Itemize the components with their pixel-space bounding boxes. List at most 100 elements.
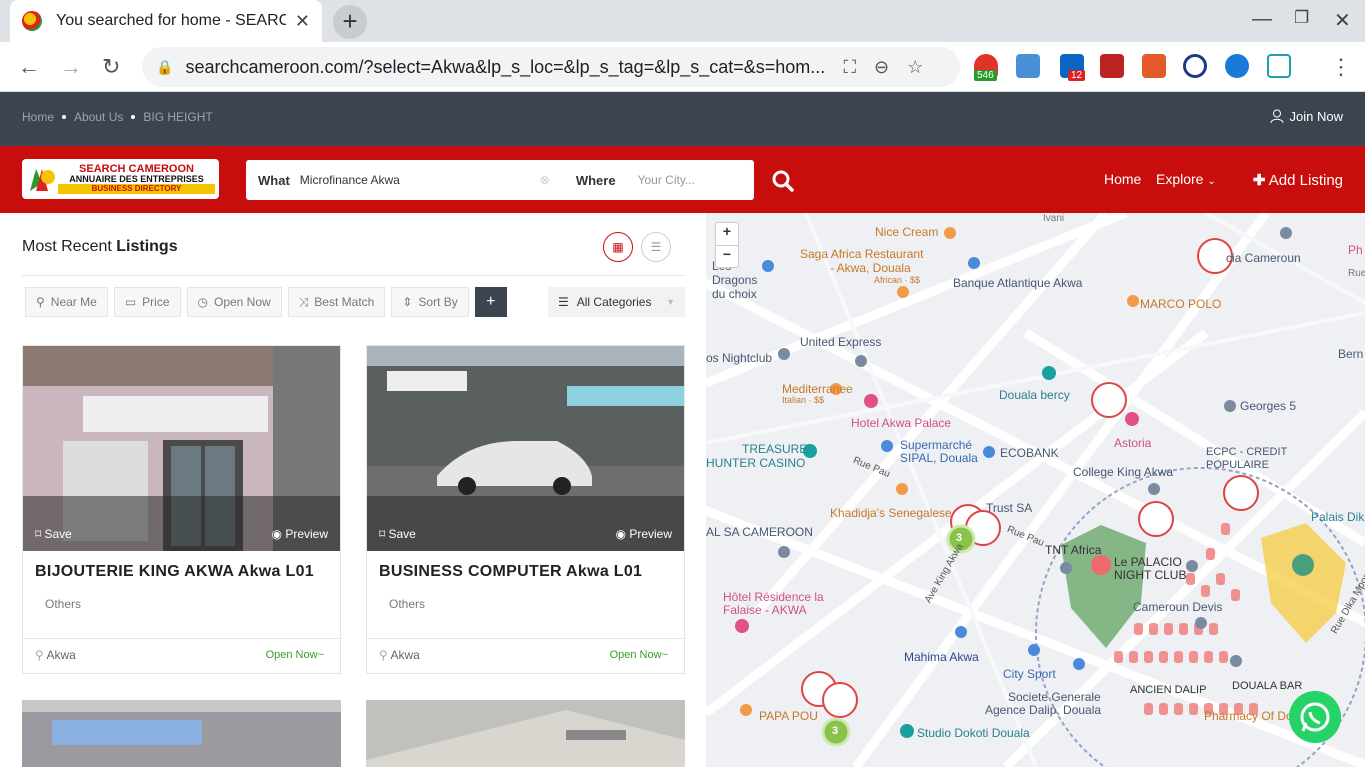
close-tab-icon[interactable]: ✕ [295, 11, 310, 32]
location-pin-icon: ⚲ [36, 295, 45, 309]
add-listing-button[interactable]: ✚ Add Listing [1253, 171, 1343, 189]
map-panel[interactable]: Nice Cream Saga Africa Restaurant - Akwa… [706, 213, 1365, 767]
bookmark-star-icon[interactable]: ☆ [907, 57, 923, 78]
listing-category[interactable]: Others [389, 597, 425, 611]
minimize-icon[interactable]: — [1252, 8, 1272, 31]
listing-card-partial[interactable] [22, 700, 341, 767]
save-label: Save [388, 527, 416, 541]
preview-button[interactable]: ◉ Preview [616, 527, 673, 541]
maximize-icon[interactable]: ❐ [1294, 8, 1309, 28]
map-label: Bern [1338, 347, 1364, 361]
clear-search-icon[interactable]: ⊗ [540, 173, 550, 187]
filter-best-match[interactable]: ⤨ Best Match [287, 287, 386, 317]
map-label: Khadidja's Senegalese [830, 506, 952, 520]
filter-label: Price [142, 295, 170, 309]
map-label: POPULAIRE [1206, 459, 1269, 471]
listing-title[interactable]: BIJOUTERIE KING AKWA Akwa L01 [35, 563, 314, 581]
where-input[interactable]: Your City... [638, 173, 695, 187]
map-label: Falaise - AKWA [723, 603, 807, 617]
forward-icon[interactable]: → [60, 54, 82, 80]
window-close-icon[interactable]: ✕ [1334, 8, 1351, 33]
back-icon[interactable]: ← [18, 54, 40, 80]
more-filters-button[interactable]: + [474, 287, 507, 317]
search-icon[interactable] [770, 168, 796, 194]
extension-e-icon[interactable] [1225, 54, 1249, 78]
reload-icon[interactable]: ↻ [102, 54, 120, 80]
zoom-icon[interactable]: ⊖ [874, 57, 889, 78]
map-label: ANCIEN DALIP [1130, 684, 1207, 696]
translate-icon[interactable]: ⛶ [843, 57, 856, 78]
map-label: DOUALA BAR [1232, 680, 1303, 692]
extension-weather-icon[interactable] [1016, 54, 1040, 78]
nav-home[interactable]: Home [1104, 171, 1141, 187]
location-label: Akwa [46, 648, 76, 662]
url-bar[interactable]: 🔒 searchcameroon.com/?select=Akwa&lp_s_l… [142, 47, 960, 87]
map-cluster-count[interactable]: 3 [832, 725, 838, 737]
grid-view-button[interactable]: ▦ [603, 232, 633, 262]
filter-near-me[interactable]: ⚲ Near Me [25, 287, 108, 317]
topbar-link-home[interactable]: Home [22, 110, 54, 124]
browser-tab[interactable]: You searched for home - SEARCH CAMEROON … [10, 0, 322, 42]
list-view-button[interactable]: ☰ [641, 232, 671, 262]
category-select[interactable]: ☰ All Categories ▼ [548, 287, 685, 317]
preview-label: Preview [629, 527, 672, 541]
map-label: African · $$ [874, 275, 921, 285]
map-label: TREASURE [742, 442, 808, 456]
megaphone-icon[interactable] [1142, 54, 1166, 78]
where-label: Where [575, 172, 616, 188]
map-label: Astoria [1114, 436, 1152, 450]
site-favicon-icon [22, 11, 42, 31]
filter-sort-by[interactable]: ⇕ Sort By [391, 287, 469, 317]
what-input[interactable]: Microfinance Akwa [300, 173, 540, 187]
join-now-label: Join Now [1289, 109, 1343, 124]
logo-subtitle: ANNUAIRE DES ENTREPRISES [69, 174, 204, 184]
add-listing-label: Add Listing [1268, 172, 1343, 189]
play-icon[interactable] [1183, 54, 1207, 78]
map-zoom-control: + − [715, 222, 739, 268]
divider [22, 275, 685, 276]
chrome-menu-icon[interactable]: ⋮ [1330, 54, 1352, 80]
logo-title: SEARCH CAMEROON [79, 163, 194, 175]
heading-bold: Listings [116, 238, 178, 255]
map-label: Societe Generale [1008, 690, 1101, 704]
listing-title[interactable]: BUSINESS COMPUTER Akwa L01 [379, 563, 642, 581]
listing-card[interactable]: ⌑ Save ◉ Preview BUSINESS COMPUTER Akwa … [366, 345, 685, 674]
zoom-in-button[interactable]: + [716, 223, 738, 245]
topbar-link-big-height[interactable]: BIG HEIGHT [143, 110, 212, 124]
map-label: NIGHT CLUB [1114, 568, 1187, 582]
preview-button[interactable]: ◉ Preview [272, 527, 329, 541]
plus-icon: + [486, 293, 496, 310]
new-tab-button[interactable]: + [333, 5, 367, 39]
tab-title: You searched for home - SEARCH CAMEROON [56, 12, 286, 29]
nav-explore-label: Explore [1156, 171, 1204, 187]
listing-card[interactable]: ⌑ Save ◉ Preview BIJOUTERIE KING AKWA Ak… [22, 345, 341, 674]
topbar-link-about[interactable]: About Us [74, 110, 123, 124]
divider [367, 638, 684, 639]
nav-explore[interactable]: Explore ⌄ [1156, 171, 1216, 187]
extension-badge-linkedin: 12 [1068, 70, 1086, 81]
map-cluster-count[interactable]: 3 [956, 532, 962, 544]
zoom-out-button[interactable]: − [716, 245, 738, 267]
what-label: What [258, 172, 290, 188]
listing-photo[interactable] [22, 700, 341, 767]
listing-photo[interactable] [367, 346, 684, 551]
map-label: ECOBANK [1000, 446, 1059, 460]
listing-category[interactable]: Others [45, 597, 81, 611]
whatsapp-chat-button[interactable] [1289, 691, 1341, 743]
plus-icon: ✚ [1252, 172, 1266, 189]
listing-photo[interactable] [23, 346, 340, 551]
listing-card-partial[interactable] [366, 700, 685, 767]
save-button[interactable]: ⌑ Save [379, 527, 416, 541]
map-label: Hôtel Résidence la [723, 590, 824, 604]
chevron-down-icon: ⌄ [1207, 176, 1216, 187]
save-extension-icon[interactable] [1100, 54, 1124, 78]
listing-photo[interactable] [366, 700, 685, 767]
join-now-link[interactable]: Join Now [1270, 109, 1343, 124]
map-label: Mediterranee [782, 382, 853, 396]
filter-open-now[interactable]: ◷ Open Now [186, 287, 282, 317]
site-topbar: Home About Us BIG HEIGHT Join Now [0, 92, 1365, 146]
extension-n-icon[interactable] [1267, 54, 1291, 78]
save-button[interactable]: ⌑ Save [35, 527, 72, 541]
filter-price[interactable]: ▭ Price [113, 287, 181, 317]
site-logo[interactable]: SEARCH CAMEROON ANNUAIRE DES ENTREPRISES… [22, 159, 219, 199]
